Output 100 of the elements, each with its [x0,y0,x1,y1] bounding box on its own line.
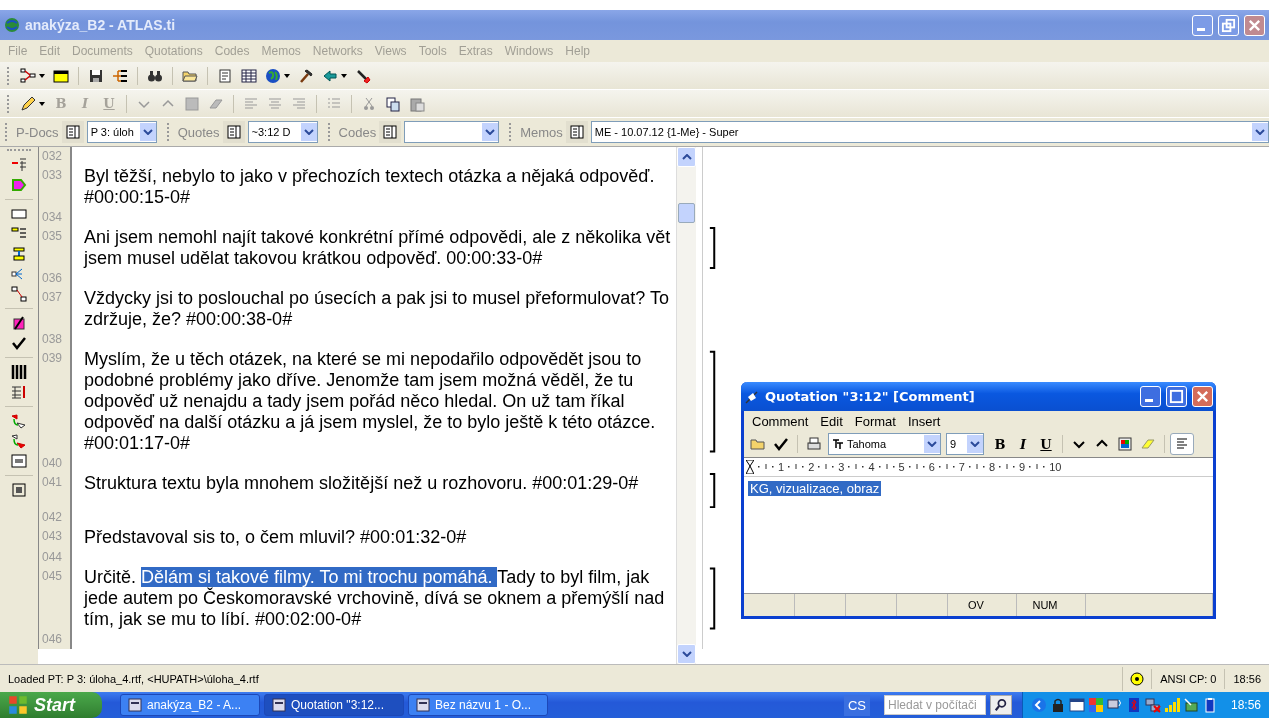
selection-icon [11,482,27,498]
search-icon [992,698,1009,712]
format-button[interactable]: B [989,434,1011,454]
list-button[interactable] [565,121,588,143]
menu-item[interactable]: Networks [312,44,363,58]
folder-icon [750,436,766,452]
ruler-number: 9 [1019,461,1026,473]
maximize-button[interactable] [1166,386,1187,407]
search-field[interactable]: Hledat v počítači [883,695,986,715]
selector-dropdown[interactable]: P 3: úloh [86,121,157,143]
menu-item[interactable]: Memos [261,44,301,58]
window-icon [53,67,69,84]
scrollbar[interactable] [676,147,696,664]
table-icon [241,67,257,84]
chevron-down-icon [303,129,314,135]
tree-icon [11,246,27,262]
indent-marker[interactable] [746,460,754,474]
menu-item[interactable]: Comment [752,413,809,429]
signal-icon[interactable] [1163,697,1180,713]
format-button[interactable]: U [1035,434,1057,454]
list-button[interactable] [61,121,84,143]
menu-item[interactable]: Quotations [144,44,203,58]
restore-icon [1221,17,1236,33]
minimize-icon [1145,399,1153,402]
scroll-up-button[interactable] [677,147,696,167]
font-icon [832,438,844,450]
selector-dropdown[interactable]: ME - 10.07.12 {1-Me} - Super [590,121,1269,143]
line-number: 044 [38,548,72,567]
restore-button[interactable] [1218,14,1239,36]
list-button[interactable] [379,121,402,143]
line-number: 035 [38,227,72,269]
menu-item[interactable]: Insert [907,413,941,429]
ruler-number: 6 [928,461,935,473]
selection-button[interactable] [9,480,29,500]
menu-item[interactable]: Edit [820,413,843,429]
printer-icon [806,436,822,452]
line-number: 038 [38,330,72,349]
device-icon[interactable] [1182,697,1199,713]
menu-item[interactable]: Windows [504,44,554,58]
eraser-icon [1140,436,1156,452]
taskbar-button[interactable]: Bez názvu 1 - O... [408,694,548,716]
chevron-down-icon [142,129,153,135]
caret-icon [284,73,290,78]
globe-icon [4,17,20,33]
color-icon [184,95,200,112]
line-number: 041 [38,473,72,508]
quote-button[interactable] [9,362,29,382]
link-button[interactable] [9,284,29,304]
ruler-number: 2 [808,461,815,473]
paragraph: Ani jsem nemohl najít takové konkrétní přímé odpovědi, ale z několika vět jsem musel udělat takovou krátkou odpověď. 00:00:33-0# [84,227,672,269]
selector-label: Memos [520,124,563,140]
menu-item[interactable]: Extras [458,44,493,58]
close-button[interactable] [1244,14,1265,36]
network-icon[interactable] [1144,697,1161,713]
menu-item[interactable]: Tools [418,44,447,58]
close-icon [1195,389,1210,404]
status-time: 18:56 [1224,668,1269,689]
menu-item[interactable]: Views [374,44,407,58]
scroll-down-button[interactable] [677,644,696,664]
frame-button[interactable] [9,451,29,471]
network-button[interactable] [17,65,48,86]
edit-icon [11,315,27,331]
menu-item[interactable]: Codes [214,44,250,58]
minimize-button[interactable] [1192,14,1213,36]
line-number: 039 [38,349,72,454]
close-button[interactable] [1192,386,1213,407]
start-button[interactable]: Start [0,692,102,718]
comment-text: KG, vizualizace, obraz [748,481,882,496]
menu-item[interactable]: Help [565,44,591,58]
size-dropdown[interactable]: 9 [946,433,984,455]
globe-icon [265,67,281,84]
window-icon[interactable] [1068,697,1085,713]
font-dropdown[interactable]: Tahoma [828,433,941,455]
chevron-down-icon [927,441,937,447]
line-number: 043 [38,527,72,548]
arrow-left-icon [322,67,338,84]
menu-item[interactable]: File [8,44,28,58]
ruler-number: 10 [1049,461,1062,473]
align-left-button[interactable] [1170,433,1194,455]
chevron-up-icon [681,154,692,160]
menu-item[interactable]: Documents [72,44,133,58]
selector-dropdown[interactable]: ~3:12 D [247,121,318,143]
selector-dropdown[interactable] [404,121,500,143]
back-icon[interactable] [1030,697,1047,713]
format-button[interactable]: I [1012,434,1034,454]
insert-icon [11,157,27,173]
taskbar-button[interactable]: anakýza_B2 - A... [120,694,260,716]
caret-icon [39,73,45,78]
language-indicator[interactable]: CS [843,694,870,716]
menu-item[interactable]: Format [854,413,896,429]
scroll-thumb[interactable] [678,203,695,223]
line-number: 036 [38,269,72,288]
taskbar-button[interactable]: Quotation "3:12... [264,694,404,716]
menu-item[interactable]: Edit [39,44,61,58]
list-button[interactable] [222,121,245,143]
rectangle-icon [11,206,27,222]
minimize-button[interactable] [1140,386,1161,407]
selector-label: Quotes [177,124,220,140]
list-icon [64,124,81,140]
search-button[interactable] [989,695,1012,715]
